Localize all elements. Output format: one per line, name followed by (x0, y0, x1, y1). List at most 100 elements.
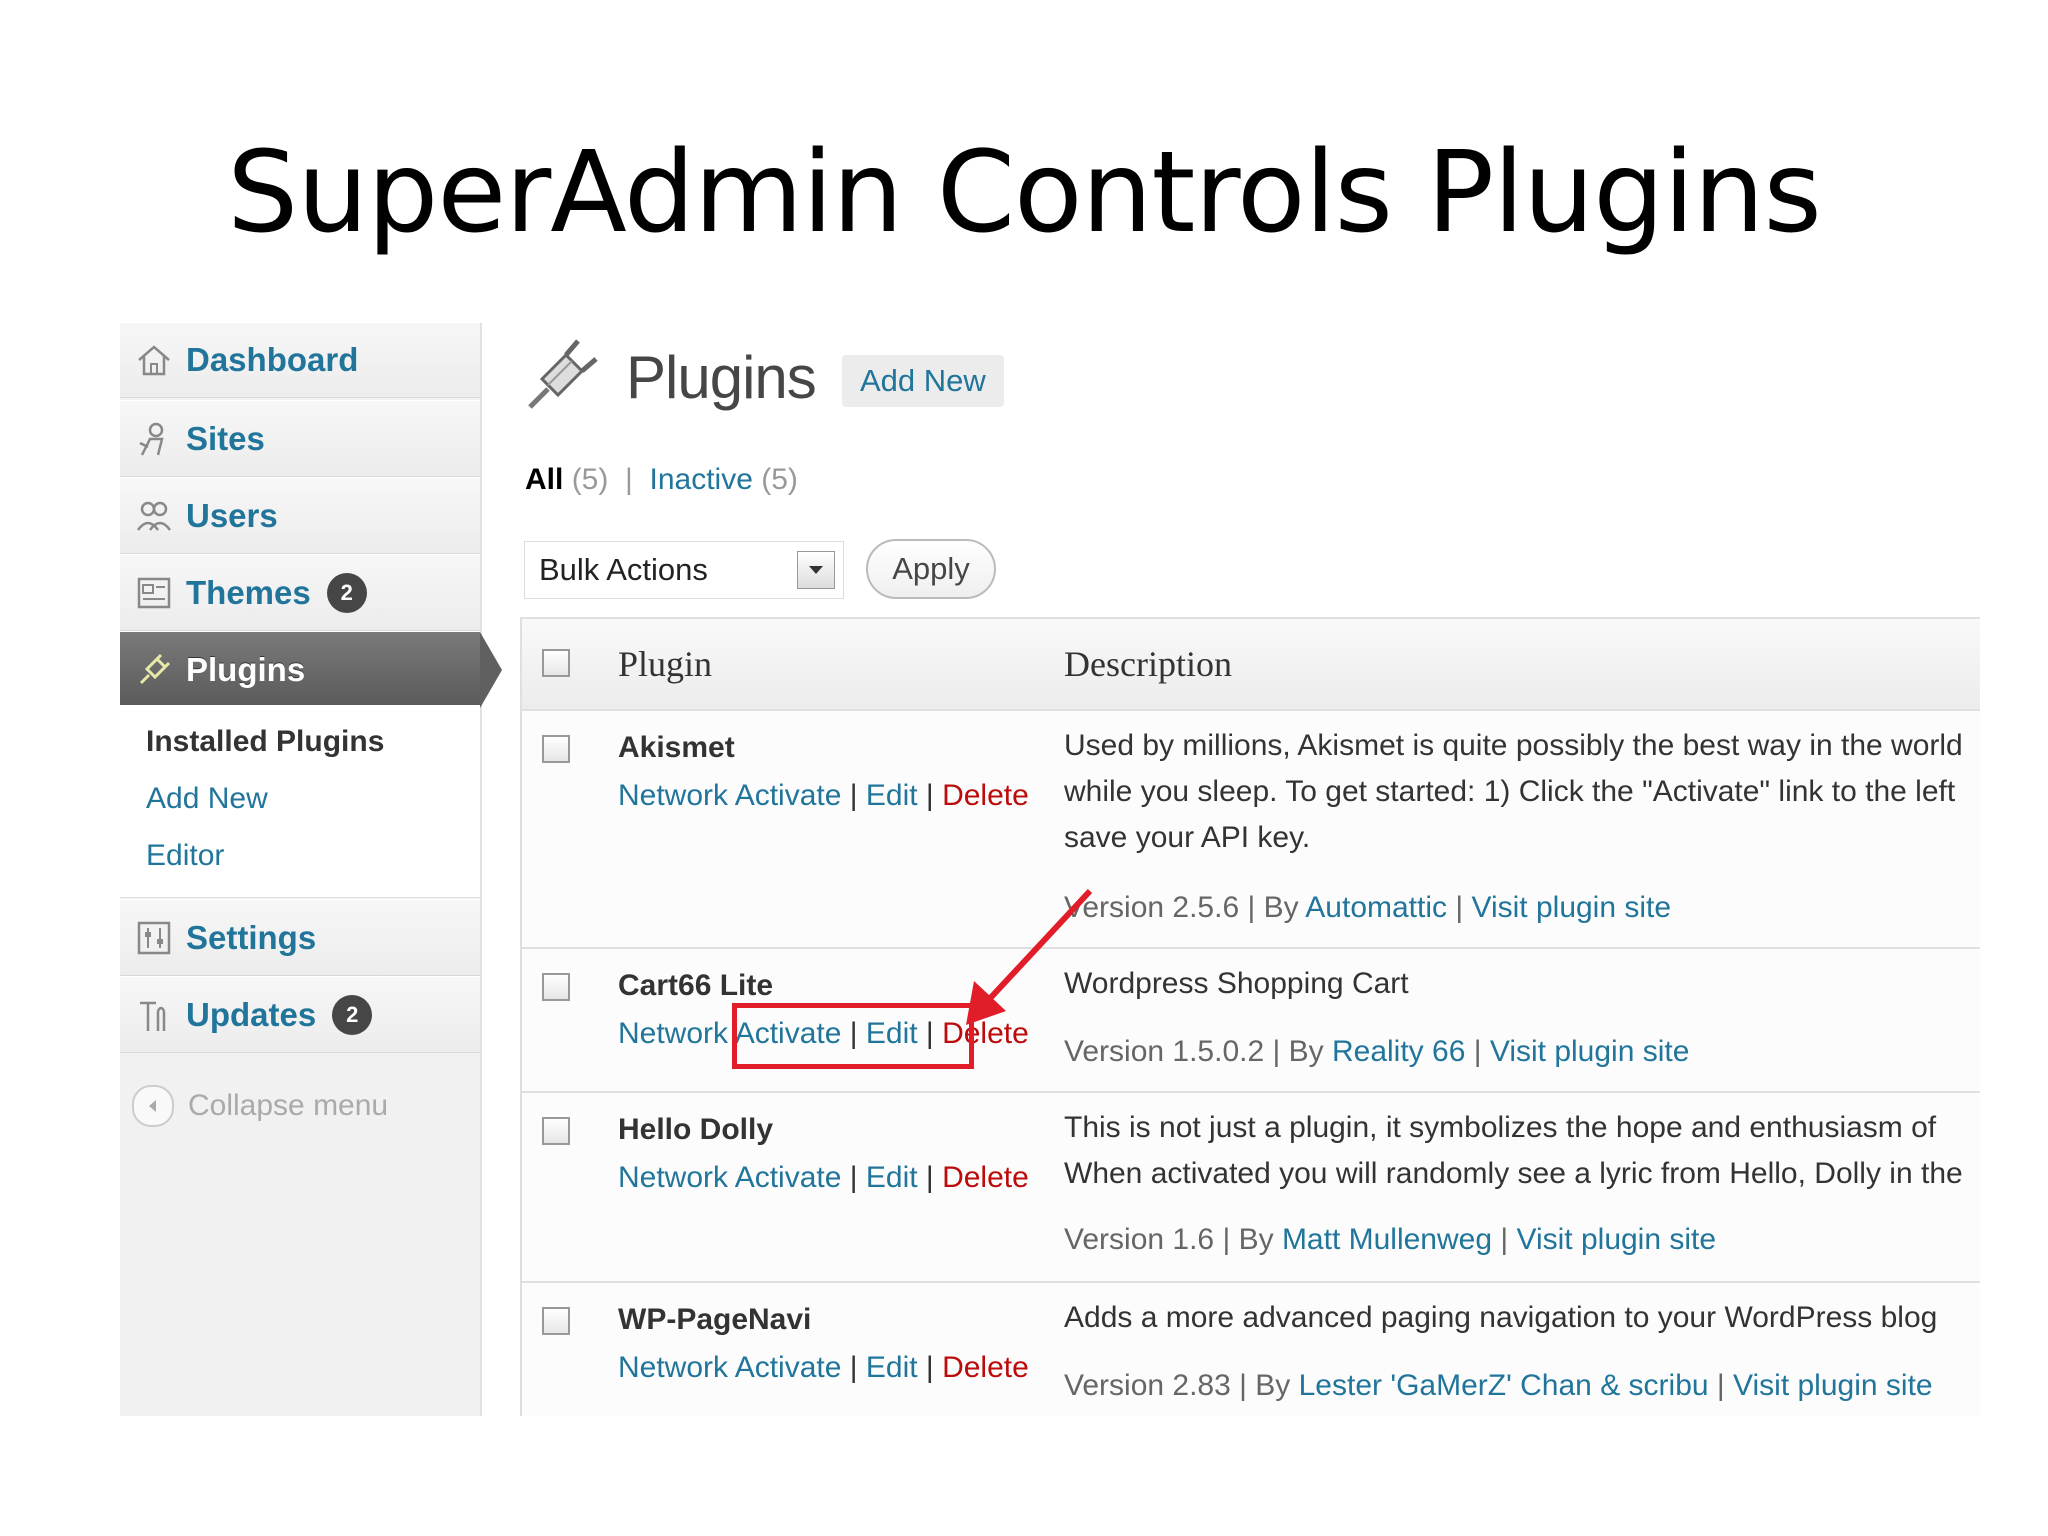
plugin-name: WP-PageNavi (618, 1303, 812, 1336)
table-header: Plugin Description (522, 619, 1980, 711)
annotation-arrow-icon (966, 888, 1093, 1025)
sidebar-item-label: Settings (186, 918, 317, 956)
sidebar-item-plugins[interactable]: Plugins (120, 631, 502, 708)
edit-link[interactable]: Edit (866, 1351, 918, 1384)
sidebar-item-label: Plugins (186, 650, 306, 688)
by-label: By (1263, 891, 1299, 924)
collapse-menu-label: Collapse menu (188, 1089, 389, 1122)
plugin-meta: Version 1.6 | By Matt Mullenweg | Visit … (1064, 1223, 1717, 1256)
bulk-actions-value: Bulk Actions (539, 552, 708, 587)
main-content: Plugins Add New All (5) | Inactive (5) B… (520, 323, 1980, 1416)
description-line: When activated you will randomly see a l… (1064, 1157, 1963, 1190)
submenu-editor[interactable]: Editor (146, 839, 224, 873)
plugin-icon (134, 650, 174, 690)
sidebar-item-settings[interactable]: Settings (120, 899, 480, 976)
plugin-description: Wordpress Shopping Cart (1064, 961, 1980, 1007)
plugin-version: Version 1.6 (1064, 1223, 1215, 1256)
column-header-description: Description (1064, 644, 1232, 684)
settings-icon (134, 918, 174, 958)
filter-separator: | (625, 463, 633, 496)
author-link[interactable]: Reality 66 (1332, 1035, 1465, 1068)
row-checkbox[interactable] (542, 1117, 570, 1145)
plugin-version: Version 1.5.0.2 (1064, 1035, 1265, 1068)
description-line: Wordpress Shopping Cart (1064, 967, 1409, 1000)
wp-admin-screenshot: Dashboard Sites Users Themes 2 Plugins I… (120, 323, 1980, 1416)
current-indicator-arrow (480, 632, 502, 708)
plugin-description: This is not just a plugin, it symbolizes… (1064, 1105, 1980, 1197)
network-activate-link[interactable]: Network Activate (618, 1161, 841, 1194)
row-checkbox[interactable] (542, 735, 570, 763)
sites-icon (134, 419, 174, 459)
author-link[interactable]: Matt Mullenweg (1282, 1223, 1492, 1256)
visit-plugin-site-link[interactable]: Visit plugin site (1490, 1035, 1690, 1068)
users-icon (134, 496, 174, 536)
submenu-add-new[interactable]: Add New (146, 782, 268, 816)
sidebar-item-label: Users (186, 496, 278, 534)
plugin-status-filters: All (5) | Inactive (5) (525, 463, 798, 497)
visit-plugin-site-link[interactable]: Visit plugin site (1472, 891, 1672, 924)
network-activate-link[interactable]: Network Activate (618, 1351, 841, 1384)
collapse-menu-button[interactable]: Collapse menu (132, 1085, 388, 1127)
sidebar-item-sites[interactable]: Sites (120, 400, 480, 477)
edit-link[interactable]: Edit (866, 779, 918, 812)
add-new-button[interactable]: Add New (842, 355, 1004, 407)
description-line: Used by millions, Akismet is quite possi… (1064, 729, 1963, 762)
apply-button[interactable]: Apply (866, 539, 996, 599)
delete-link[interactable]: Delete (942, 1351, 1029, 1384)
plugin-name: Hello Dolly (618, 1113, 774, 1146)
description-line: save your API key. (1064, 821, 1311, 854)
edit-link[interactable]: Edit (866, 1161, 918, 1194)
chevron-down-icon (797, 551, 835, 589)
plugin-name: Cart66 Lite (618, 969, 774, 1002)
description-line: Adds a more advanced paging navigation t… (1064, 1301, 1938, 1334)
filter-inactive[interactable]: Inactive (650, 463, 753, 496)
sidebar-item-label: Sites (186, 419, 265, 457)
select-all-checkbox[interactable] (542, 649, 570, 677)
table-row: Akismet Network Activate | Edit | Delete… (522, 711, 1980, 949)
author-link[interactable]: Lester 'GaMerZ' Chan & scribu (1299, 1369, 1709, 1402)
row-checkbox[interactable] (542, 1307, 570, 1335)
filter-all[interactable]: All (525, 463, 563, 496)
plugin-description: Used by millions, Akismet is quite possi… (1064, 723, 1980, 861)
table-row: WP-PageNavi Network Activate | Edit | De… (522, 1283, 1980, 1416)
sidebar-item-dashboard[interactable]: Dashboard (120, 323, 480, 398)
plugin-description: Adds a more advanced paging navigation t… (1064, 1295, 1980, 1341)
sidebar-item-label: Themes (186, 573, 311, 611)
plugin-meta: Version 2.83 | By Lester 'GaMerZ' Chan &… (1064, 1369, 1933, 1402)
slide-title: SuperAdmin Controls Plugins (227, 128, 1822, 258)
sidebar-item-updates[interactable]: Updates 2 (120, 976, 480, 1053)
plugin-meta: Version 2.5.6 | By Automattic | Visit pl… (1064, 891, 1672, 924)
sidebar-item-themes[interactable]: Themes 2 (120, 554, 480, 631)
delete-link[interactable]: Delete (942, 1161, 1029, 1194)
sidebar-item-users[interactable]: Users (120, 477, 480, 554)
row-actions: Network Activate | Edit | Delete (618, 779, 1029, 812)
row-checkbox[interactable] (542, 973, 570, 1001)
author-link[interactable]: Automattic (1305, 891, 1447, 924)
table-row: Hello Dolly Network Activate | Edit | De… (522, 1093, 1980, 1283)
by-label: By (1255, 1369, 1291, 1402)
collapse-arrow-icon (132, 1085, 174, 1127)
plugin-name: Akismet (618, 731, 735, 764)
home-icon (134, 340, 174, 380)
highlight-box (732, 1003, 974, 1069)
sidebar-item-label: Updates (186, 995, 317, 1033)
delete-link[interactable]: Delete (942, 779, 1029, 812)
updates-icon (134, 995, 174, 1035)
bulk-actions-select[interactable]: Bulk Actions (524, 541, 844, 599)
visit-plugin-site-link[interactable]: Visit plugin site (1733, 1369, 1933, 1402)
row-actions: Network Activate | Edit | Delete (618, 1351, 1029, 1384)
visit-plugin-site-link[interactable]: Visit plugin site (1517, 1223, 1717, 1256)
description-line: This is not just a plugin, it symbolizes… (1064, 1111, 1937, 1144)
submenu-installed-plugins[interactable]: Installed Plugins (146, 725, 384, 759)
themes-icon (134, 573, 174, 613)
filter-inactive-count: (5) (761, 463, 798, 496)
admin-sidebar: Dashboard Sites Users Themes 2 Plugins I… (120, 323, 502, 1416)
update-count-badge: 2 (326, 572, 367, 613)
network-activate-link[interactable]: Network Activate (618, 779, 841, 812)
column-header-plugin: Plugin (618, 644, 713, 684)
page-title: Plugins (626, 344, 817, 411)
plugin-meta: Version 1.5.0.2 | By Reality 66 | Visit … (1064, 1035, 1690, 1068)
by-label: By (1288, 1035, 1324, 1068)
by-label: By (1238, 1223, 1274, 1256)
row-actions: Network Activate | Edit | Delete (618, 1161, 1029, 1194)
